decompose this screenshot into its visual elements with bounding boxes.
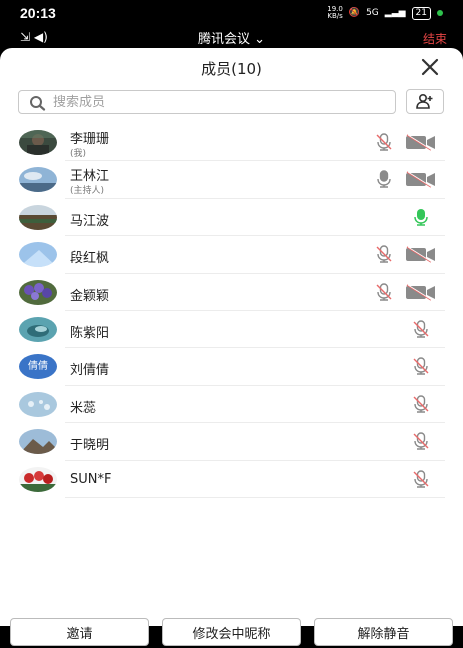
status-dot: [437, 10, 443, 16]
member-row[interactable]: SUN*F: [0, 461, 463, 498]
meeting-title[interactable]: 腾讯会议 ⌄: [0, 28, 463, 47]
footer-actions: 邀请 修改会中昵称 解除静音: [10, 618, 453, 648]
member-row[interactable]: 米蕊: [0, 386, 463, 424]
avatar: [19, 242, 57, 268]
member-role: (我): [70, 149, 87, 159]
add-member-button[interactable]: [406, 89, 444, 114]
mic-speaking-icon[interactable]: [412, 208, 430, 226]
avatar: [19, 429, 57, 455]
mic-muted-icon[interactable]: [375, 133, 393, 151]
camera-off-icon[interactable]: [405, 171, 437, 188]
avatar: [19, 316, 57, 342]
member-list: 李珊珊 (我) 王林江 (主持人) 马江波 段红枫 金颖颖 陈紫阳 倩倩 刘倩倩 米蕊 于晓明 SUN*…: [0, 124, 463, 498]
end-meeting-button[interactable]: 结束: [423, 30, 447, 47]
signal-icon: ▂▃▅: [384, 8, 406, 18]
avatar: [19, 167, 57, 193]
camera-off-icon[interactable]: [405, 283, 437, 301]
mute-bell-icon: 🔕: [348, 8, 361, 18]
status-bar: 20:13 19.0 KB/s 🔕 5G ▂▃▅ 21: [0, 0, 463, 28]
mic-muted-icon[interactable]: [412, 469, 430, 488]
mic-muted-icon[interactable]: [412, 432, 430, 450]
net-speed: 19.0 KB/s: [327, 5, 343, 20]
mic-muted-icon[interactable]: [412, 357, 430, 376]
member-row[interactable]: 李珊珊 (我): [0, 124, 463, 162]
battery-indicator: 21: [411, 6, 431, 20]
member-row[interactable]: 段红枫: [0, 236, 463, 274]
member-name: 金颖颖: [70, 288, 110, 304]
member-row[interactable]: 王林江 (主持人): [0, 161, 463, 199]
search-input[interactable]: [53, 93, 383, 111]
unmute-all-button[interactable]: 解除静音: [314, 618, 453, 646]
member-name: 李珊珊: [70, 132, 110, 147]
member-name: 王林江: [70, 169, 110, 185]
status-time: 20:13: [20, 5, 56, 21]
camera-off-icon[interactable]: [405, 246, 437, 263]
member-role: (主持人): [70, 186, 105, 197]
search-box[interactable]: [18, 90, 396, 114]
avatar: [19, 391, 57, 417]
member-name: 刘倩倩: [70, 363, 110, 379]
member-name: 陈紫阳: [70, 325, 110, 341]
mic-icon[interactable]: [375, 170, 393, 189]
camera-off-icon[interactable]: [405, 134, 437, 151]
mic-muted-icon[interactable]: [412, 395, 430, 413]
avatar: [19, 466, 57, 492]
mic-muted-icon[interactable]: [375, 282, 393, 301]
member-row[interactable]: 金颖颖: [0, 274, 463, 311]
mic-muted-icon[interactable]: [375, 245, 393, 263]
avatar: [19, 130, 57, 155]
member-name: SUN*F: [70, 471, 112, 487]
member-row[interactable]: 倩倩 刘倩倩: [0, 348, 463, 386]
meeting-bar: ⇲ ◀) 腾讯会议 ⌄ 结束: [0, 28, 463, 48]
close-icon[interactable]: [419, 56, 441, 78]
member-row[interactable]: 马江波: [0, 199, 463, 237]
avatar: [19, 204, 57, 230]
member-row[interactable]: 于晓明: [0, 423, 463, 461]
status-icons: 19.0 KB/s 🔕 5G ▂▃▅ 21: [327, 6, 443, 20]
rename-button[interactable]: 修改会中昵称: [162, 618, 301, 646]
add-person-icon: [416, 93, 433, 109]
row-divider: [65, 496, 445, 498]
mic-muted-icon[interactable]: [412, 320, 430, 338]
panel-title: 成员(10): [201, 60, 262, 78]
avatar: [19, 279, 57, 305]
signal-label: 5G: [366, 8, 379, 18]
member-name: 米蕊: [70, 400, 97, 416]
member-row[interactable]: 陈紫阳: [0, 311, 463, 349]
avatar: 倩倩: [19, 354, 57, 380]
member-name: 马江波: [70, 213, 110, 229]
member-name: 于晓明: [70, 438, 110, 454]
search-icon: [30, 96, 46, 111]
members-panel: 成员(10) 李珊珊(我)王林江(主持人)马江波段红枫金颖颖陈紫阳倩倩刘倩倩米蕊…: [0, 48, 463, 646]
member-name: 段红枫: [70, 251, 110, 267]
invite-button[interactable]: 邀请: [10, 618, 149, 646]
